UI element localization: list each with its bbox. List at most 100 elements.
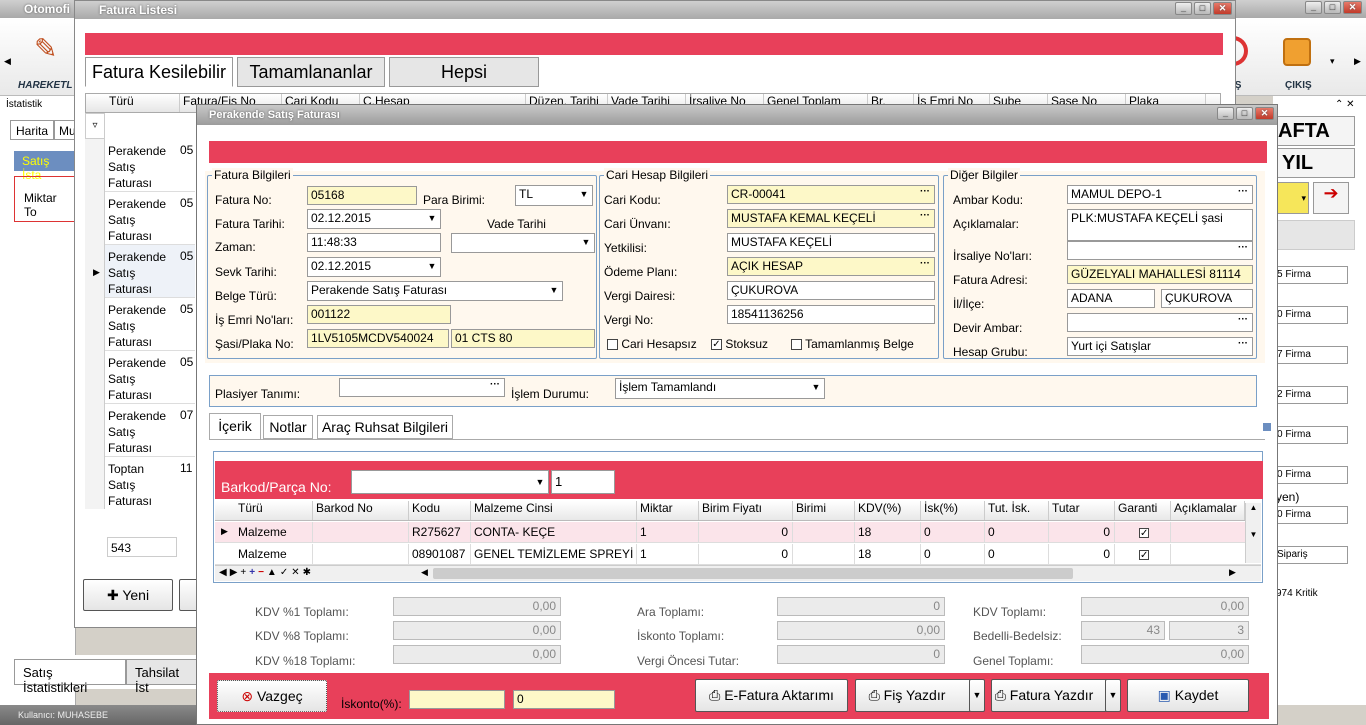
toolbar-scroll-left[interactable]: ◀ — [4, 56, 11, 67]
edit-icon[interactable]: ✎ — [34, 32, 70, 68]
ellipsis-icon[interactable]: ··· — [1235, 187, 1251, 202]
items-vscrollbar[interactable]: ▲ ▼ — [1245, 503, 1261, 563]
islem-durumu-select[interactable]: İşlem Tamamlandı ▼ — [615, 378, 825, 399]
zaman-field[interactable]: 11:48:33 — [307, 233, 441, 252]
ellipsis-icon[interactable]: ··· — [1235, 315, 1251, 330]
list-row-no[interactable]: 05 — [177, 298, 195, 351]
cari-kodu-field[interactable]: CR-00041 ··· — [727, 185, 935, 204]
list-row-type[interactable]: Perakende Satış Faturası — [105, 139, 177, 192]
tab-arac-ruhsat[interactable]: Araç Ruhsat Bilgileri — [317, 415, 453, 439]
fis-yazdir-dropdown[interactable]: ▼ — [969, 679, 985, 712]
hscroll-thumb[interactable] — [433, 568, 1073, 579]
vergi-dairesi-field[interactable]: ÇUKUROVA — [727, 281, 935, 300]
ambar-kodu-field[interactable]: MAMUL DEPO-1 ··· — [1067, 185, 1253, 204]
vazgec-button[interactable]: ⊗ Vazgeç — [217, 680, 327, 712]
ellipsis-icon[interactable]: ··· — [917, 259, 933, 274]
fis-yazdir-button[interactable]: ⎙ Fiş Yazdır — [855, 679, 975, 712]
stat-item[interactable]: 0 Firma — [1273, 466, 1348, 484]
left-item[interactable]: Miktar To — [14, 176, 76, 222]
col-turu[interactable]: Türü — [106, 94, 180, 112]
efatura-button[interactable]: ⎙ E-Fatura Aktarımı — [695, 679, 848, 712]
tamamlanmis-checkbox[interactable]: Tamamlanmış Belge — [791, 337, 914, 351]
list-row-type[interactable]: Toptan Satış Faturası — [105, 457, 177, 509]
lock-icon[interactable] — [1283, 38, 1311, 66]
right-select[interactable]: ▾ — [1273, 182, 1309, 214]
stat-item[interactable]: 974 Kritik — [1273, 586, 1348, 604]
barkod-qty-input[interactable]: 1 — [551, 470, 615, 494]
hesap-grubu-field[interactable]: Yurt içi Satışlar ··· — [1067, 337, 1253, 356]
right-panel-pin[interactable]: ⌃ ✕ — [1335, 99, 1355, 110]
list-row-no[interactable]: 05 — [177, 351, 195, 404]
item-garanti-checkbox[interactable]: ✓ — [1115, 544, 1171, 564]
tab-mu[interactable]: Mu — [54, 120, 76, 140]
item-row[interactable]: Malzeme 08901087 GENEL TEMİZLEME SPREYİ … — [215, 544, 1261, 565]
iskonto-value-field[interactable]: 0 — [513, 690, 615, 709]
irsaliye-field[interactable]: ··· — [1067, 241, 1253, 260]
icol-birim-fiyati[interactable]: Birim Fiyatı — [699, 501, 793, 520]
icol-barkod[interactable]: Barkod No — [313, 501, 409, 520]
list-row-no[interactable]: 11 — [177, 457, 195, 509]
toolbar-scroll-right[interactable]: ▶ — [1354, 56, 1361, 67]
list-close-button[interactable]: ✕ — [1213, 2, 1232, 15]
icol-miktar[interactable]: Miktar — [637, 501, 699, 520]
yetkili-field[interactable]: MUSTAFA KEÇELİ — [727, 233, 935, 252]
ellipsis-icon[interactable]: ··· — [917, 187, 933, 202]
ellipsis-icon[interactable]: ··· — [1235, 243, 1251, 258]
stat-item[interactable]: 7 Firma — [1273, 346, 1348, 364]
plasiyer-field[interactable]: ··· — [339, 378, 505, 397]
arrow-right-icon[interactable]: ➔ — [1313, 182, 1349, 214]
tab-satis-istatistikleri[interactable]: Satış İstatistikleri — [14, 659, 126, 695]
cari-hesapsiz-checkbox[interactable]: Cari Hesapsız — [607, 337, 697, 351]
toolbar-hareket-label[interactable]: HAREKETL — [18, 80, 72, 91]
sevk-tarihi-field[interactable]: 02.12.2015 ▼ — [307, 257, 441, 277]
navigator-buttons[interactable]: ◀▶++−▲✓✕✱ — [219, 567, 314, 578]
main-close-button[interactable]: ✕ — [1343, 1, 1362, 14]
kaydet-button[interactable]: ▣ Kaydet — [1127, 679, 1249, 712]
tab-notlar[interactable]: Notlar — [263, 415, 313, 439]
fatura-adresi-field[interactable]: GÜZELYALI MAHALLESİ 81114 — [1067, 265, 1253, 284]
fatura-no-field[interactable]: 05168 — [307, 186, 417, 205]
vade-tarihi-field[interactable]: ▼ — [451, 233, 595, 253]
barkod-input[interactable]: ▼ — [351, 470, 549, 494]
fatura-tarihi-field[interactable]: 02.12.2015 ▼ — [307, 209, 441, 229]
stat-item[interactable]: 2 Firma — [1273, 386, 1348, 404]
hscroll-right-icon[interactable]: ▶ — [1229, 567, 1236, 578]
dialog-maximize-button[interactable]: □ — [1236, 107, 1253, 120]
ilce-field[interactable]: ÇUKUROVA — [1161, 289, 1253, 308]
icol-tutar[interactable]: Tutar — [1049, 501, 1115, 520]
list-row-type[interactable]: Perakende Satış Faturası — [105, 245, 177, 298]
list-row-no[interactable]: 05 — [177, 192, 195, 245]
tab-harita[interactable]: Harita — [10, 120, 54, 140]
stoksuz-checkbox[interactable]: ✓ Stoksuz — [711, 337, 768, 351]
hscroll-left-icon[interactable]: ◀ — [421, 567, 428, 578]
tab-hepsi[interactable]: Hepsi — [389, 57, 539, 87]
ellipsis-icon[interactable]: ··· — [1235, 339, 1251, 354]
para-birimi-select[interactable]: TL ▼ — [515, 185, 593, 206]
list-maximize-button[interactable]: □ — [1194, 2, 1211, 15]
icol-kodu[interactable]: Kodu — [409, 501, 471, 520]
icol-isk[interactable]: İsk(%) — [921, 501, 985, 520]
ellipsis-icon[interactable]: ··· — [487, 380, 503, 395]
main-maximize-button[interactable]: □ — [1324, 1, 1341, 14]
fatura-yazdir-button[interactable]: ⎙ Fatura Yazdır — [991, 679, 1109, 712]
ellipsis-icon[interactable]: ··· — [917, 211, 933, 226]
list-row-type[interactable]: Perakende Satış Faturası — [105, 192, 177, 245]
tab-icerik[interactable]: İçerik — [209, 413, 261, 440]
plaka-field[interactable]: 01 CTS 80 — [451, 329, 595, 348]
belge-turu-select[interactable]: Perakende Satış Faturası ▼ — [307, 281, 563, 301]
sasi-field[interactable]: 1LV5105MCDV540024 — [307, 329, 449, 348]
dialog-minimize-button[interactable]: _ — [1217, 107, 1234, 120]
cari-unvani-field[interactable]: MUSTAFA KEMAL KEÇELİ ··· — [727, 209, 935, 228]
stat-item[interactable]: Sipariş — [1273, 546, 1348, 564]
toolbar-dropdown-icon[interactable]: ▾ — [1330, 56, 1335, 67]
stat-item[interactable]: 0 Firma — [1273, 426, 1348, 444]
odeme-plani-field[interactable]: AÇIK HESAP ··· — [727, 257, 935, 276]
item-row[interactable]: ▶ Malzeme R275627 CONTA- KEÇE 1 0 18 0 0… — [215, 522, 1261, 543]
list-row-no[interactable]: 05 — [177, 245, 195, 298]
aciklamalar-field[interactable]: PLK:MUSTAFA KEÇELİ şasi — [1067, 209, 1253, 241]
icol-cins[interactable]: Malzeme Cinsi — [471, 501, 637, 520]
list-row-no[interactable]: 07 — [177, 404, 195, 457]
list-row-no[interactable]: 05 — [177, 139, 195, 192]
filter-icon[interactable]: ▿ — [85, 113, 105, 139]
toolbar-cikis-label[interactable]: ÇIKIŞ — [1285, 80, 1312, 91]
